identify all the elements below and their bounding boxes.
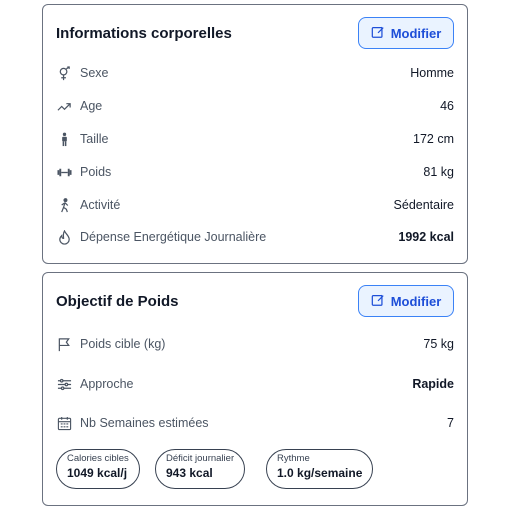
row-label: Poids xyxy=(80,165,112,179)
weight-goal-card: Objectif de Poids Modifier Poids cible (… xyxy=(42,272,468,506)
edit-icon xyxy=(371,25,385,42)
row-taille: Taille 172 cm xyxy=(56,129,454,149)
calendar-icon xyxy=(56,415,72,431)
row-approche: Approche Rapide xyxy=(56,374,454,394)
row-age: Age 46 xyxy=(56,96,454,116)
row-label: Approche xyxy=(80,377,134,391)
body-info-title: Informations corporelles xyxy=(56,25,232,42)
trend-icon xyxy=(56,98,72,114)
chip-value: 943 kcal xyxy=(166,465,213,480)
row-sexe: Sexe Homme xyxy=(56,63,454,83)
weight-goal-title: Objectif de Poids xyxy=(56,293,179,310)
row-value: Sédentaire xyxy=(393,198,454,212)
row-activite: Activité Sédentaire xyxy=(56,195,454,215)
edit-label: Modifier xyxy=(390,293,442,309)
row-value: 7 xyxy=(447,416,454,430)
row-label: Sexe xyxy=(80,66,109,80)
body-info-card: Informations corporelles Modifier Sexe H… xyxy=(42,4,468,264)
chip-value: 1.0 kg/semaine xyxy=(277,465,363,480)
row-poids: Poids 81 kg xyxy=(56,162,454,182)
chip-label: Déficit journalier xyxy=(166,453,235,464)
chip-label: Rythme xyxy=(277,453,310,464)
row-value: 81 kg xyxy=(423,165,454,179)
sliders-icon xyxy=(56,376,72,392)
row-value: 172 cm xyxy=(413,132,454,146)
person-height-icon xyxy=(56,131,72,147)
row-label: Taille xyxy=(80,132,109,146)
weight-goal-edit-button[interactable]: Modifier xyxy=(358,285,454,317)
row-label: Poids cible (kg) xyxy=(80,337,166,351)
row-value: Homme xyxy=(410,66,454,80)
chip-value: 1049 kcal/j xyxy=(67,465,128,480)
chip-rythme: Rythme 1.0 kg/semaine xyxy=(266,449,374,489)
flag-icon xyxy=(56,336,72,352)
flame-icon xyxy=(56,229,72,245)
edit-label: Modifier xyxy=(390,25,442,41)
body-info-edit-button[interactable]: Modifier xyxy=(358,17,454,49)
gender-icon xyxy=(56,65,72,81)
chip-deficit-journalier: Déficit journalier 943 kcal xyxy=(155,449,246,489)
row-value: Rapide xyxy=(412,377,454,391)
edit-icon xyxy=(371,293,385,310)
row-depense: Dépense Energétique Journalière 1992 kca… xyxy=(56,227,454,247)
row-value: 46 xyxy=(440,99,454,113)
row-value: 1992 kcal xyxy=(398,230,454,244)
row-label: Activité xyxy=(80,198,121,212)
row-semaines: Nb Semaines estimées 7 xyxy=(56,413,454,433)
dumbbell-icon xyxy=(56,164,72,180)
chip-label: Calories cibles xyxy=(67,453,129,464)
row-poids-cible: Poids cible (kg) 75 kg xyxy=(56,334,454,354)
row-value: 75 kg xyxy=(423,337,454,351)
row-label: Nb Semaines estimées xyxy=(80,416,209,430)
walking-icon xyxy=(56,197,72,213)
row-label: Age xyxy=(80,99,103,113)
row-label: Dépense Energétique Journalière xyxy=(80,230,267,244)
chip-calories-cibles: Calories cibles 1049 kcal/j xyxy=(56,449,140,489)
